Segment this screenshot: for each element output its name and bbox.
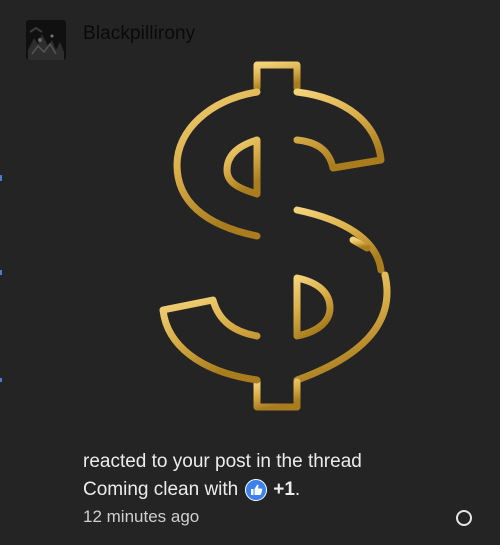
- notification-card[interactable]: Blackpillirony reacted to your post in t…: [0, 0, 500, 545]
- trailing-punctuation: .: [294, 479, 301, 500]
- notification-header: Blackpillirony: [26, 20, 195, 60]
- mark-read-toggle[interactable]: [456, 510, 472, 526]
- avatar-image: [26, 20, 66, 60]
- action-text: reacted to your post in the thread: [83, 451, 362, 472]
- left-edge-marks: [0, 0, 3, 545]
- avatar[interactable]: [26, 20, 66, 60]
- thread-title-link[interactable]: Coming clean with: [83, 476, 238, 504]
- username-link[interactable]: Blackpillirony: [83, 23, 195, 45]
- notification-text: reacted to your post in the thread Comin…: [83, 448, 362, 504]
- thumbs-up-icon: [245, 479, 268, 501]
- timestamp: 12 minutes ago: [83, 507, 200, 526]
- dollar-sign-icon: [145, 60, 415, 415]
- reaction-count: +1: [273, 479, 295, 500]
